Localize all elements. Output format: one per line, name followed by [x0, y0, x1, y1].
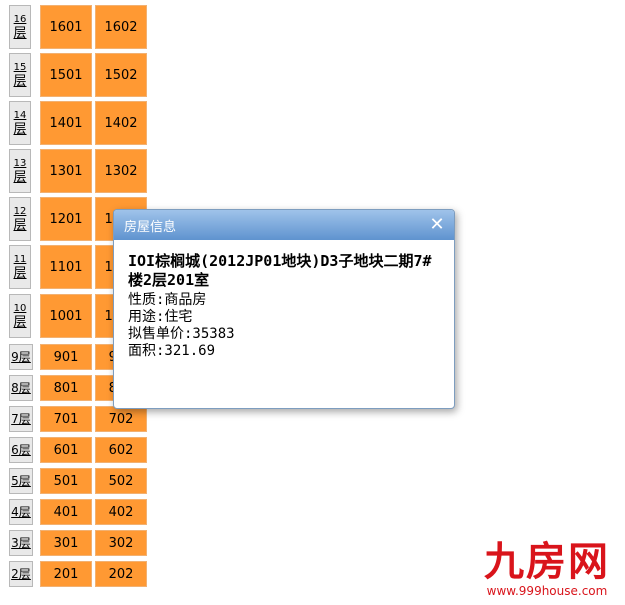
- unit-cell[interactable]: 1502: [95, 53, 147, 97]
- floor-row: 5层 501 502: [0, 468, 154, 494]
- unit-cell[interactable]: 302: [95, 530, 147, 556]
- unit-cell[interactable]: 1302: [95, 149, 147, 193]
- floor-label-button[interactable]: 13 层: [9, 149, 31, 193]
- brand-url: www.999house.com: [472, 584, 622, 598]
- unit-cell[interactable]: 702: [95, 406, 147, 432]
- dialog-titlebar[interactable]: 房屋信息 ✕: [114, 210, 454, 240]
- unit-cell[interactable]: 1501: [40, 53, 92, 97]
- unit-cell[interactable]: 1402: [95, 101, 147, 145]
- unit-cell[interactable]: 501: [40, 468, 92, 494]
- floor-suffix: 层: [13, 26, 27, 41]
- floor-label-button[interactable]: 5层: [9, 468, 33, 494]
- unit-cell[interactable]: 801: [40, 375, 92, 401]
- unit-cell[interactable]: 1401: [40, 101, 92, 145]
- floor-label-button[interactable]: 14 层: [9, 101, 31, 145]
- floor-row: 4层 401 402: [0, 499, 154, 525]
- floor-row: 13 层 1301 1302: [0, 149, 154, 193]
- house-name: IOI棕榈城(2012JP01地块)D3子地块二期7#楼2层201室: [128, 252, 432, 289]
- floor-suffix: 层: [13, 218, 27, 233]
- floor-suffix: 层: [13, 170, 27, 185]
- house-nature: 性质:商品房: [128, 292, 207, 308]
- floor-number: 15: [13, 62, 27, 73]
- dialog-body: IOI棕榈城(2012JP01地块)D3子地块二期7#楼2层201室 性质:商品…: [114, 240, 454, 372]
- unit-cell[interactable]: 901: [40, 344, 92, 370]
- floor-suffix: 层: [13, 266, 27, 281]
- floor-suffix: 层: [13, 74, 27, 89]
- floor-row: 16 层 1601 1602: [0, 5, 154, 49]
- floor-row: 7层 701 702: [0, 406, 154, 432]
- floor-label-button[interactable]: 8层: [9, 375, 33, 401]
- brand-logo: 九房网: [484, 539, 610, 585]
- unit-cell[interactable]: 301: [40, 530, 92, 556]
- floor-label-button[interactable]: 3层: [9, 530, 33, 556]
- unit-cell[interactable]: 1602: [95, 5, 147, 49]
- dialog-title: 房屋信息: [124, 219, 177, 235]
- unit-cell[interactable]: 1301: [40, 149, 92, 193]
- floor-number: 13: [13, 158, 27, 169]
- floor-number: 12: [13, 206, 27, 217]
- unit-cell[interactable]: 401: [40, 499, 92, 525]
- floor-row: 2层 201 202: [0, 561, 154, 587]
- house-info-dialog: 房屋信息 ✕ IOI棕榈城(2012JP01地块)D3子地块二期7#楼2层201…: [113, 209, 455, 409]
- unit-cell[interactable]: 402: [95, 499, 147, 525]
- unit-cell[interactable]: 1201: [40, 197, 92, 241]
- unit-cell[interactable]: 602: [95, 437, 147, 463]
- unit-cell[interactable]: 502: [95, 468, 147, 494]
- house-price: 拟售单价:35383: [128, 326, 235, 342]
- floor-row: 14 层 1401 1402: [0, 101, 154, 145]
- floor-number: 11: [13, 254, 27, 265]
- unit-cell[interactable]: 1001: [40, 294, 92, 338]
- floor-label-button[interactable]: 10 层: [9, 294, 31, 338]
- floor-suffix: 层: [13, 122, 27, 137]
- floor-label-button[interactable]: 15 层: [9, 53, 31, 97]
- site-watermark: 九房网 www.999house.com: [472, 540, 622, 602]
- floor-row: 3层 301 302: [0, 530, 154, 556]
- floor-number: 10: [13, 303, 27, 314]
- unit-cell[interactable]: 202: [95, 561, 147, 587]
- floor-label-button[interactable]: 2层: [9, 561, 33, 587]
- floor-suffix: 层: [13, 315, 27, 330]
- unit-cell[interactable]: 201: [40, 561, 92, 587]
- floor-label-button[interactable]: 11 层: [9, 245, 31, 289]
- house-area: 面积:321.69: [128, 343, 216, 359]
- floor-label-button[interactable]: 4层: [9, 499, 33, 525]
- floor-label-button[interactable]: 12 层: [9, 197, 31, 241]
- floor-row: 6层 601 602: [0, 437, 154, 463]
- floor-label-button[interactable]: 16 层: [9, 5, 31, 49]
- floor-number: 14: [13, 110, 27, 121]
- unit-cell[interactable]: 701: [40, 406, 92, 432]
- floor-label-button[interactable]: 9层: [9, 344, 33, 370]
- floor-row: 15 层 1501 1502: [0, 53, 154, 97]
- house-usage: 用途:住宅: [128, 309, 193, 325]
- close-icon[interactable]: ✕: [428, 216, 446, 234]
- floor-label-button[interactable]: 7层: [9, 406, 33, 432]
- floor-label-button[interactable]: 6层: [9, 437, 33, 463]
- unit-cell[interactable]: 601: [40, 437, 92, 463]
- unit-cell[interactable]: 1101: [40, 245, 92, 289]
- unit-cell[interactable]: 1601: [40, 5, 92, 49]
- floor-number: 16: [13, 14, 27, 25]
